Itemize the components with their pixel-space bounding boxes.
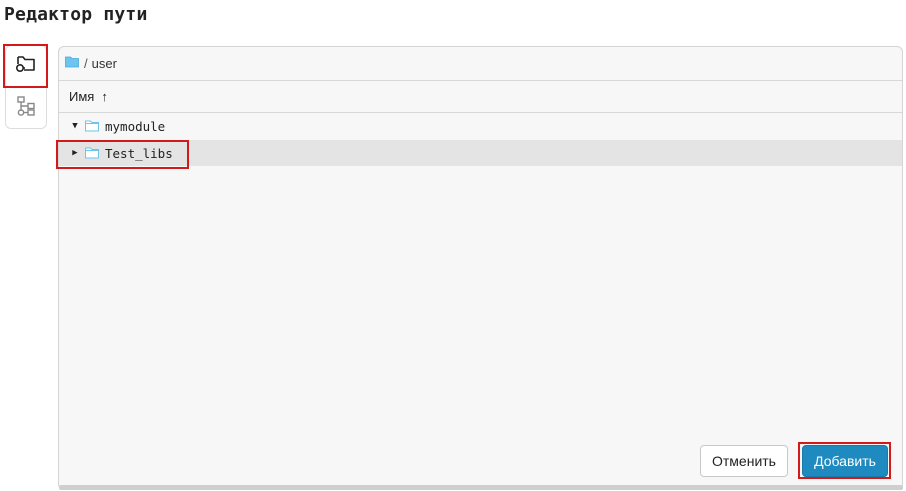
sidebar-item-add-folder[interactable]	[6, 46, 46, 86]
folder-open-icon	[65, 56, 80, 71]
breadcrumb-item-user[interactable]: user	[92, 56, 117, 71]
file-browser-panel: / user Имя ↑ ▼ mymodule ▶ Test_libs	[58, 46, 903, 490]
list-item-label: mymodule	[105, 118, 166, 134]
folder-icon	[85, 120, 100, 132]
column-header-label: Имя	[69, 89, 95, 104]
sort-ascending-icon: ↑	[101, 89, 108, 104]
list-item[interactable]: ▼ mymodule	[59, 113, 902, 139]
sidebar-item-tree[interactable]	[6, 88, 46, 128]
add-button[interactable]: Добавить	[802, 445, 888, 477]
breadcrumb-separator: /	[84, 56, 88, 71]
expand-triangle-icon[interactable]: ▼	[69, 121, 81, 131]
collapse-triangle-icon[interactable]: ▶	[69, 148, 81, 158]
folder-icon	[85, 147, 100, 159]
cancel-button[interactable]: Отменить	[700, 445, 788, 477]
breadcrumb: / user	[59, 47, 902, 81]
page-title: Редактор пути	[4, 4, 148, 25]
horizontal-scrollbar[interactable]	[59, 485, 903, 490]
column-header-name[interactable]: Имя ↑	[59, 81, 902, 113]
list-item-label: Test_libs	[105, 145, 173, 161]
sidebar	[5, 45, 47, 129]
tree-structure-icon	[15, 95, 37, 122]
folder-add-icon	[15, 54, 37, 79]
list-item-selected[interactable]: ▶ Test_libs	[59, 140, 902, 166]
